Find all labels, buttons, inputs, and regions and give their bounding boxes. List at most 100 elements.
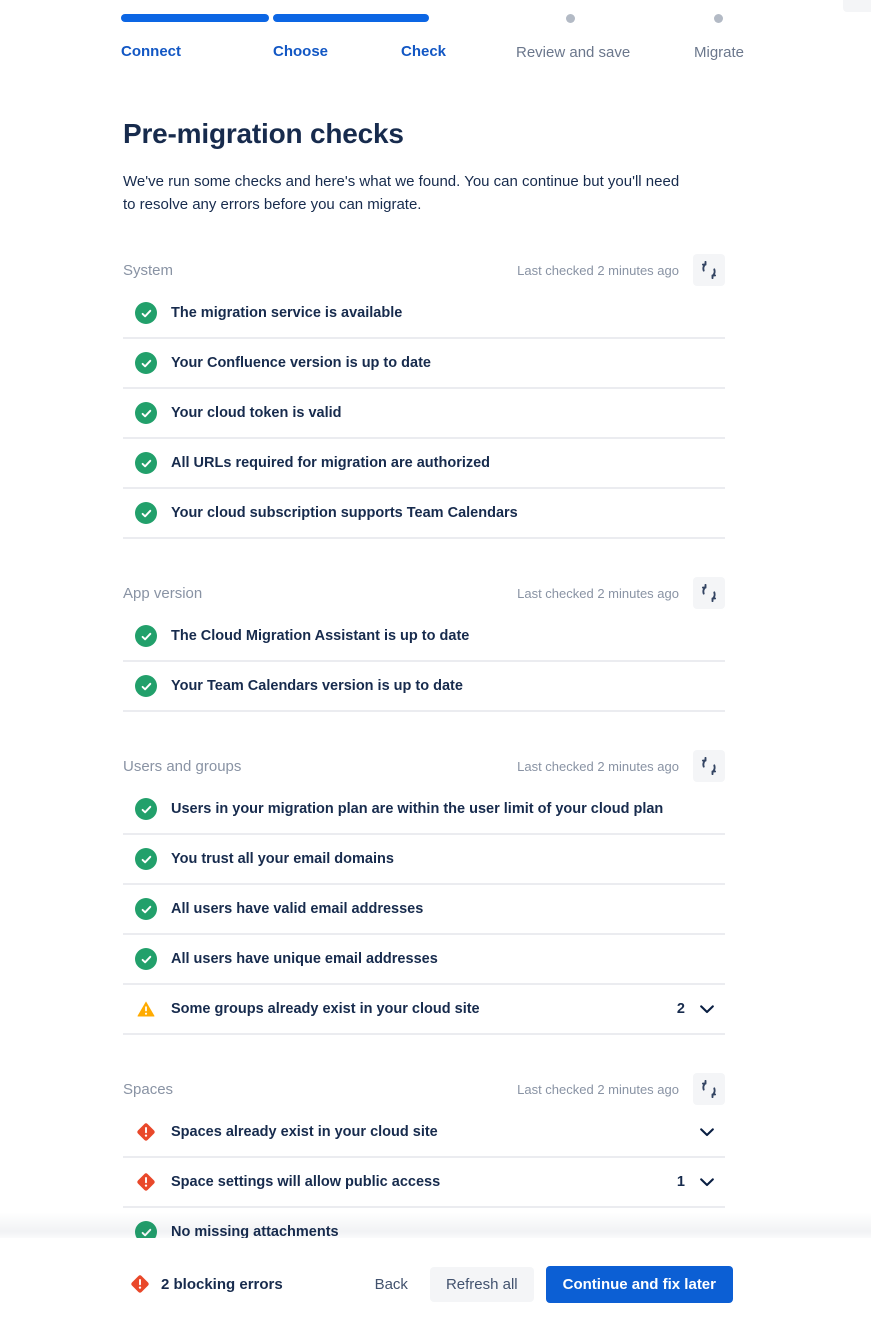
check-label: Your cloud subscription supports Team Ca… xyxy=(171,505,518,521)
section-title: Spaces xyxy=(123,1080,174,1098)
check-section: System Last checked 2 minutes ago The mi… xyxy=(123,251,748,539)
check-circle-icon xyxy=(135,1221,157,1238)
wizard-footer: 2 blocking errors Back Refresh all Conti… xyxy=(0,1238,871,1330)
checks-scroll-area[interactable]: Pre-migration checks We've run some chec… xyxy=(0,78,871,1238)
status-icon xyxy=(135,502,157,524)
check-count: 2 xyxy=(676,1001,685,1017)
step-check-bar xyxy=(401,14,429,22)
section-header: Users and groups Last checked 2 minutes … xyxy=(123,747,725,785)
check-row: All URLs required for migration are auth… xyxy=(123,439,725,489)
step-review-and-save-label: Review and save xyxy=(516,44,631,61)
refresh-section-button[interactable] xyxy=(693,254,725,286)
last-checked-text: Last checked 2 minutes ago xyxy=(517,262,679,278)
check-label: Some groups already exist in your cloud … xyxy=(171,1001,480,1017)
back-button[interactable]: Back xyxy=(361,1267,422,1302)
check-list: Spaces already exist in your cloud site … xyxy=(123,1108,725,1238)
check-sections: System Last checked 2 minutes ago The mi… xyxy=(123,251,748,1238)
status-icon xyxy=(135,352,157,374)
status-icon xyxy=(135,798,157,820)
check-row: The Cloud Migration Assistant is up to d… xyxy=(123,612,725,662)
section-title: System xyxy=(123,261,174,279)
status-icon xyxy=(135,625,157,647)
check-circle-icon xyxy=(135,675,157,697)
check-row: Your Confluence version is up to date xyxy=(123,339,725,389)
migration-stepper: Connect Choose Check Review and save Mig… xyxy=(0,0,871,78)
step-review-and-save[interactable]: Review and save xyxy=(516,14,630,61)
step-check[interactable]: Check xyxy=(401,14,446,60)
refresh-all-button[interactable]: Refresh all xyxy=(429,1266,534,1302)
check-label: Spaces already exist in your cloud site xyxy=(171,1124,438,1140)
step-choose-label: Choose xyxy=(273,43,329,60)
check-row: All users have unique email addresses xyxy=(123,935,725,985)
check-list: The migration service is available Your … xyxy=(123,289,725,539)
check-row: Your cloud subscription supports Team Ca… xyxy=(123,489,725,539)
check-label: The migration service is available xyxy=(171,305,403,321)
status-icon xyxy=(135,1171,157,1193)
check-circle-icon xyxy=(135,798,157,820)
check-circle-icon xyxy=(135,402,157,424)
check-circle-icon xyxy=(135,302,157,324)
check-section: Users and groups Last checked 2 minutes … xyxy=(123,747,748,1035)
refresh-section-button[interactable] xyxy=(693,577,725,609)
status-icon xyxy=(135,302,157,324)
step-choose-bar xyxy=(273,14,421,22)
error-diamond-icon xyxy=(136,1122,156,1142)
check-label: Your Confluence version is up to date xyxy=(171,355,431,371)
check-row: You trust all your email domains xyxy=(123,835,725,885)
section-title: Users and groups xyxy=(123,757,242,775)
status-icon xyxy=(135,675,157,697)
step-choose[interactable]: Choose xyxy=(273,14,421,60)
check-circle-icon xyxy=(135,948,157,970)
check-circle-icon xyxy=(135,502,157,524)
check-section: Spaces Last checked 2 minutes ago Spaces… xyxy=(123,1070,748,1238)
check-row: All users have valid email addresses xyxy=(123,885,725,935)
check-row[interactable]: Spaces already exist in your cloud site xyxy=(123,1108,725,1158)
status-icon xyxy=(135,898,157,920)
check-row: The migration service is available xyxy=(123,289,725,339)
section-title: App version xyxy=(123,584,203,602)
step-check-label: Check xyxy=(401,43,447,60)
section-header: System Last checked 2 minutes ago xyxy=(123,251,725,289)
step-connect[interactable]: Connect xyxy=(121,14,269,60)
last-checked-text: Last checked 2 minutes ago xyxy=(517,1081,679,1097)
check-label: All URLs required for migration are auth… xyxy=(171,455,491,471)
check-list: Users in your migration plan are within … xyxy=(123,785,725,1035)
check-label: Your cloud token is valid xyxy=(171,405,342,421)
last-checked-text: Last checked 2 minutes ago xyxy=(517,585,679,601)
check-label: Space settings will allow public access xyxy=(171,1174,441,1190)
chevron-down-icon[interactable] xyxy=(695,1120,719,1144)
section-header: App version Last checked 2 minutes ago xyxy=(123,574,725,612)
step-migrate[interactable]: Migrate xyxy=(694,14,744,61)
status-icon xyxy=(135,1221,157,1238)
check-row[interactable]: Space settings will allow public access … xyxy=(123,1158,725,1208)
step-migrate-label: Migrate xyxy=(694,44,745,61)
pre-migration-checks-page: Connect Choose Check Review and save Mig… xyxy=(0,0,871,1330)
chevron-down-icon[interactable] xyxy=(695,1170,719,1194)
warning-triangle-icon xyxy=(136,999,156,1019)
check-label: You trust all your email domains xyxy=(171,851,394,867)
check-row: No missing attachments xyxy=(123,1208,725,1238)
error-diamond-icon xyxy=(136,1172,156,1192)
status-icon xyxy=(135,998,157,1020)
refresh-icon xyxy=(700,757,718,775)
check-circle-icon xyxy=(135,352,157,374)
status-icon xyxy=(135,452,157,474)
check-label: All users have unique email addresses xyxy=(171,951,438,967)
check-label: The Cloud Migration Assistant is up to d… xyxy=(171,628,470,644)
step-connect-label: Connect xyxy=(121,43,181,60)
refresh-section-button[interactable] xyxy=(693,1073,725,1105)
status-icon xyxy=(135,948,157,970)
check-row[interactable]: Some groups already exist in your cloud … xyxy=(123,985,725,1035)
check-label: Users in your migration plan are within … xyxy=(171,801,664,817)
error-diamond-icon xyxy=(130,1274,150,1294)
check-label: No missing attachments xyxy=(171,1224,339,1238)
check-row: Your Team Calendars version is up to dat… xyxy=(123,662,725,712)
chevron-down-icon[interactable] xyxy=(695,997,719,1021)
check-section: App version Last checked 2 minutes ago T… xyxy=(123,574,748,712)
status-icon xyxy=(135,848,157,870)
blocking-errors-text: 2 blocking errors xyxy=(161,1275,283,1293)
continue-and-fix-later-button[interactable]: Continue and fix later xyxy=(545,1265,733,1303)
status-icon xyxy=(135,402,157,424)
refresh-icon xyxy=(700,584,718,602)
refresh-section-button[interactable] xyxy=(693,750,725,782)
